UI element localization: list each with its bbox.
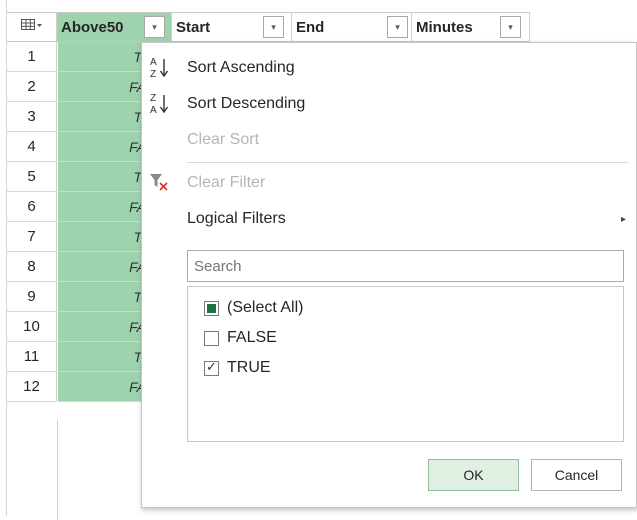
svg-text:A: A [150, 57, 157, 68]
chevron-down-icon: ▾ [271, 21, 276, 32]
ok-button[interactable]: OK [428, 459, 519, 491]
filter-values-list: (Select All) FALSE TRUE [187, 286, 624, 442]
clear-filter-item[interactable]: Clear Filter [142, 166, 636, 200]
row-number[interactable]: 10 [7, 312, 57, 342]
svg-text:A: A [150, 105, 157, 116]
row-number[interactable]: 12 [7, 372, 57, 402]
search-input[interactable] [187, 250, 624, 282]
filter-dropdown-button[interactable]: ▾ [387, 16, 408, 38]
checkbox-select-all[interactable]: (Select All) [204, 295, 303, 321]
sort-ascending-label: Sort Ascending [187, 59, 295, 76]
checkbox-label: FALSE [227, 329, 277, 346]
table-cell[interactable]: TI [58, 222, 148, 252]
row-number[interactable]: 8 [7, 252, 57, 282]
column-header-minutes[interactable]: Minutes ▾ [412, 12, 530, 42]
row-gutter [7, 420, 58, 520]
table-menu-button[interactable] [7, 12, 57, 42]
chevron-right-icon: ▸ [620, 213, 626, 225]
svg-text:Z: Z [150, 69, 156, 80]
row-number[interactable]: 7 [7, 222, 57, 252]
column-header-above50[interactable]: Above50 ▾ [57, 12, 172, 42]
column-header-label: Above50 [61, 18, 124, 36]
row-number[interactable]: 9 [7, 282, 57, 312]
table-cell[interactable]: TI [58, 42, 148, 72]
menu-divider [187, 162, 628, 163]
column-header-start[interactable]: Start ▾ [172, 12, 292, 42]
checkbox-label: (Select All) [227, 299, 304, 316]
checkbox-partial[interactable] [204, 300, 219, 316]
clear-filter-icon [148, 168, 174, 198]
column-header-label: End [296, 18, 325, 36]
clear-sort-item[interactable]: Clear Sort [142, 123, 636, 157]
cancel-button[interactable]: Cancel [531, 459, 622, 491]
column-header-label: Start [176, 18, 211, 36]
filter-dropdown-button[interactable]: ▾ [263, 16, 284, 38]
table-cell[interactable]: FA [58, 252, 148, 282]
filter-menu: A Z Sort Ascending Z A Sort Descending C… [141, 42, 637, 508]
row-number[interactable]: 2 [7, 72, 57, 102]
column-header-end[interactable]: End ▾ [292, 12, 412, 42]
checkbox-true[interactable]: TRUE [204, 355, 271, 381]
table-cell[interactable]: TI [58, 342, 148, 372]
row-number[interactable]: 6 [7, 192, 57, 222]
chevron-down-icon: ▾ [152, 21, 157, 32]
column-header-label: Minutes [416, 18, 473, 36]
checkbox-checked[interactable] [204, 359, 219, 376]
checkbox-unchecked[interactable] [204, 330, 219, 346]
sort-descending-item[interactable]: Z A Sort Descending [142, 87, 636, 121]
clear-filter-label: Clear Filter [187, 174, 266, 191]
table-cell[interactable]: FA [58, 192, 148, 222]
row-number[interactable]: 5 [7, 162, 57, 192]
sort-ascending-item[interactable]: A Z Sort Ascending [142, 51, 636, 85]
row-number[interactable]: 3 [7, 102, 57, 132]
filter-dropdown-button[interactable]: ▾ [500, 16, 521, 38]
table-cell[interactable]: FA [58, 372, 148, 402]
sort-descending-icon: Z A [148, 89, 174, 119]
sort-ascending-icon: A Z [148, 53, 174, 83]
svg-text:Z: Z [150, 93, 156, 104]
clear-sort-label: Clear Sort [187, 131, 260, 148]
table-cell[interactable]: TI [58, 102, 148, 132]
row-number[interactable]: 1 [7, 42, 57, 72]
table-cell[interactable]: FA [58, 312, 148, 342]
table-cell[interactable]: TI [58, 282, 148, 312]
row-number[interactable]: 11 [7, 342, 57, 372]
checkbox-false[interactable]: FALSE [204, 325, 277, 351]
logical-filters-item[interactable]: Logical Filters ▸ [142, 202, 636, 236]
table-cell[interactable]: FA [58, 72, 148, 102]
sort-descending-label: Sort Descending [187, 95, 306, 112]
chevron-down-icon: ▾ [395, 21, 400, 32]
table-icon [20, 18, 43, 36]
chevron-down-icon: ▾ [508, 21, 513, 32]
filter-dropdown-button[interactable]: ▾ [144, 16, 165, 38]
table-cell[interactable]: FA [58, 132, 148, 162]
table-cell[interactable]: TI [58, 162, 148, 192]
logical-filters-label: Logical Filters [187, 210, 286, 227]
checkbox-label: TRUE [227, 359, 271, 376]
row-number[interactable]: 4 [7, 132, 57, 162]
